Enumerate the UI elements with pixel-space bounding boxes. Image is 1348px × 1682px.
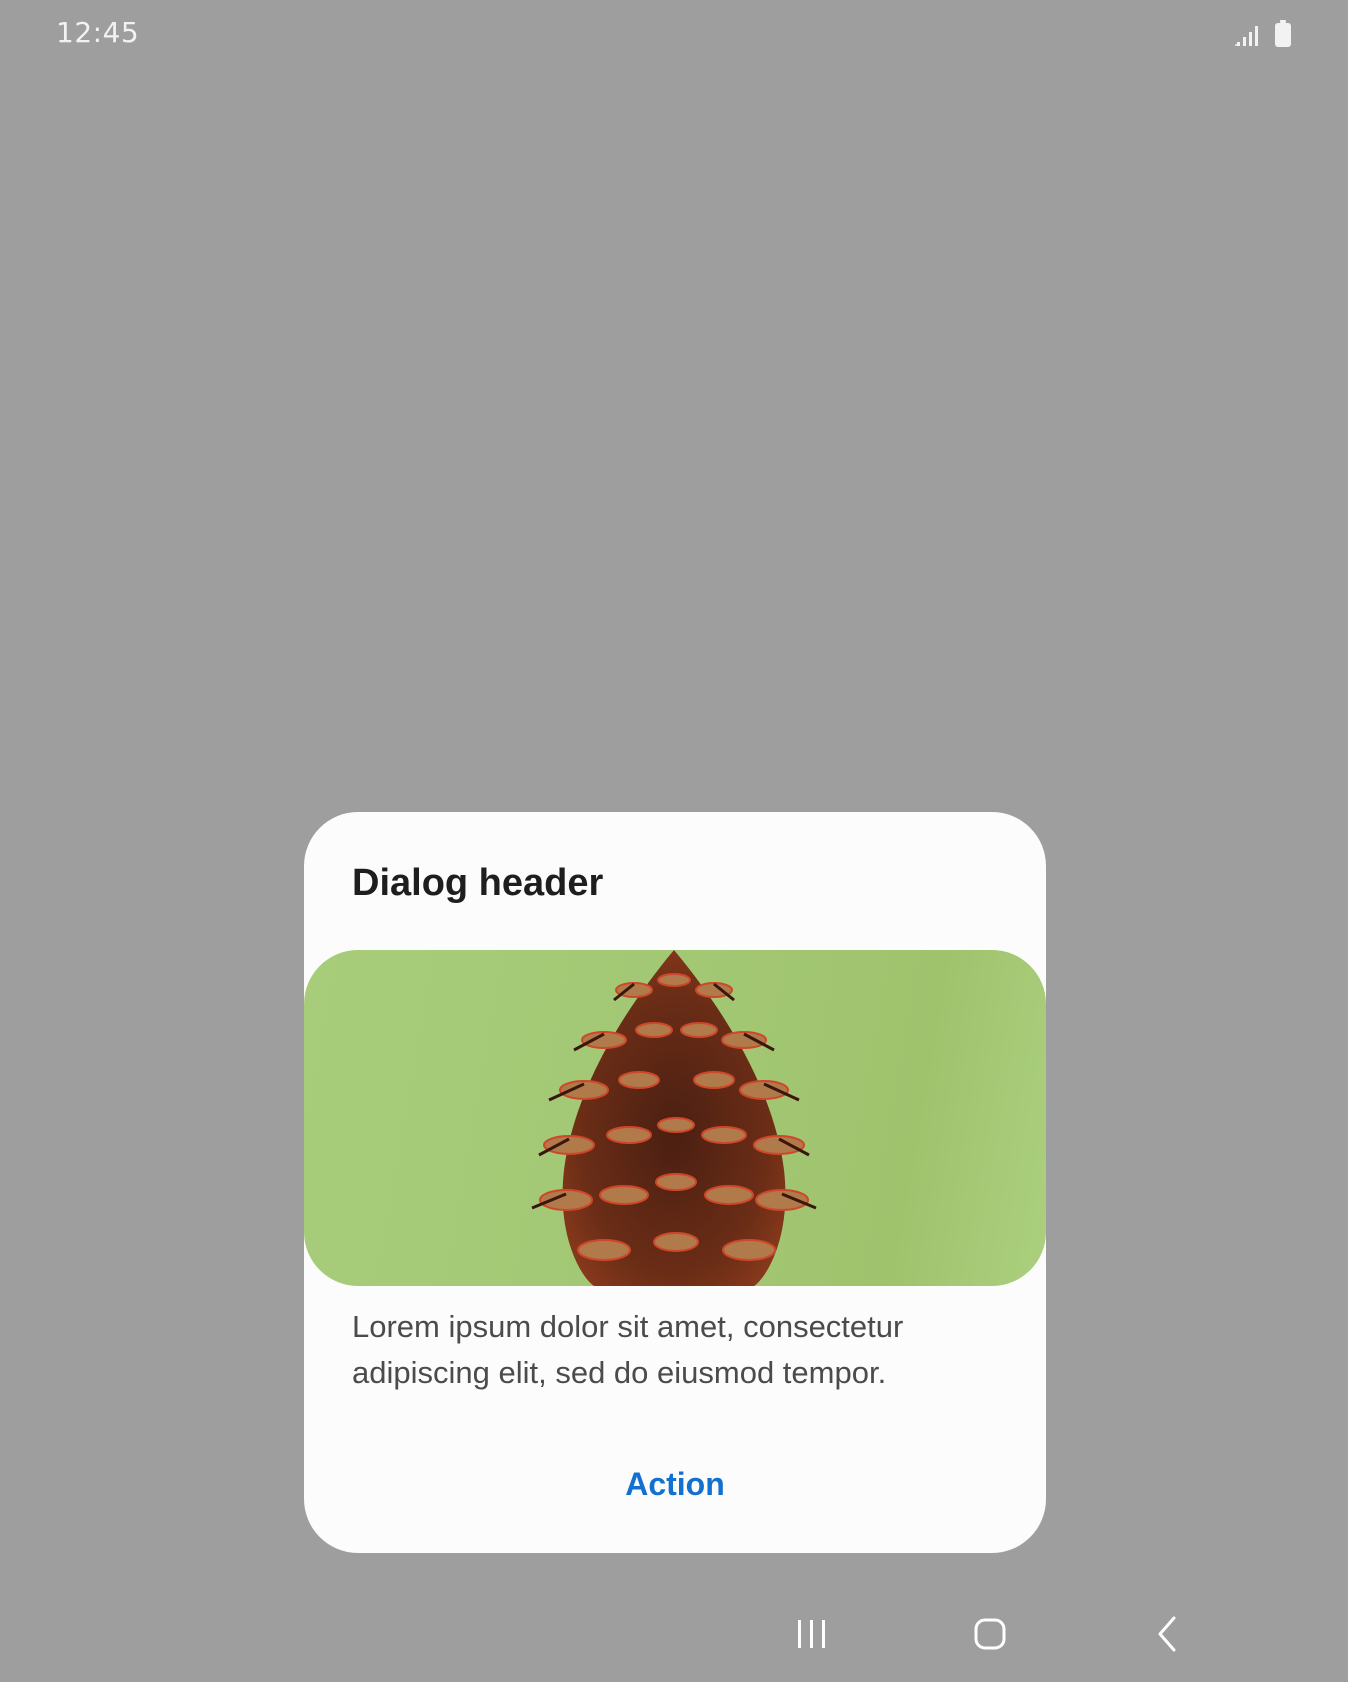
battery-icon	[1275, 20, 1291, 47]
status-time: 12:45	[56, 16, 140, 49]
signal-icon	[1235, 26, 1258, 46]
home-icon[interactable]	[960, 1610, 1020, 1658]
pinecone-illustration	[531, 950, 817, 1286]
dialog-header: Dialog header	[352, 862, 604, 904]
recents-icon[interactable]	[782, 1610, 842, 1658]
action-button[interactable]: Action	[304, 1452, 1046, 1516]
navigation-bar	[0, 1590, 1348, 1682]
dialog-body-text: Lorem ipsum dolor sit amet, consectetur …	[352, 1309, 904, 1390]
dialog: Dialog header Lorem ipsum dolor sit amet…	[304, 812, 1046, 1553]
status-bar: 12:45	[0, 0, 1348, 72]
pinecone-image	[304, 950, 1046, 1286]
back-icon[interactable]	[1138, 1610, 1198, 1658]
